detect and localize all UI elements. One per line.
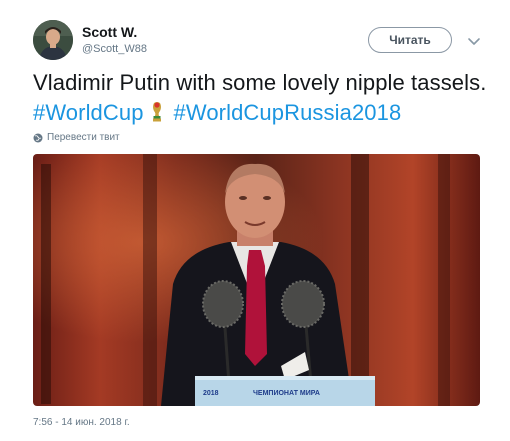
- avatar-image: [33, 20, 73, 60]
- author-handle[interactable]: @Scott_W88: [82, 43, 147, 55]
- tweet-timestamp[interactable]: 7:56 - 14 июн. 2018 г.: [33, 417, 130, 428]
- translate-label: Перевести твит: [47, 132, 120, 143]
- hashtag-worldcup[interactable]: #WorldCup: [33, 100, 144, 125]
- author-name[interactable]: Scott W.: [82, 24, 137, 40]
- hashtag-worldcuprussia2018[interactable]: #WorldCupRussia2018: [174, 100, 402, 125]
- translate-tweet-link[interactable]: Перевести твит: [33, 132, 120, 143]
- trophy-icon: [152, 102, 161, 122]
- media-photo: 2018 ЧЕМПИОНАТ МИРА: [33, 154, 480, 406]
- avatar[interactable]: [33, 20, 73, 60]
- tweet-body: Vladimir Putin with some lovely nipple t…: [33, 70, 487, 95]
- podium-text: ЧЕМПИОНАТ МИРА: [253, 390, 320, 397]
- svg-text:2018: 2018: [203, 390, 219, 397]
- tweet-text: Vladimir Putin with some lovely nipple t…: [33, 68, 493, 128]
- chevron-down-icon[interactable]: [466, 33, 482, 49]
- tweet-media-image[interactable]: 2018 ЧЕМПИОНАТ МИРА: [33, 154, 480, 406]
- globe-icon: [33, 133, 43, 142]
- follow-button[interactable]: Читать: [368, 27, 452, 53]
